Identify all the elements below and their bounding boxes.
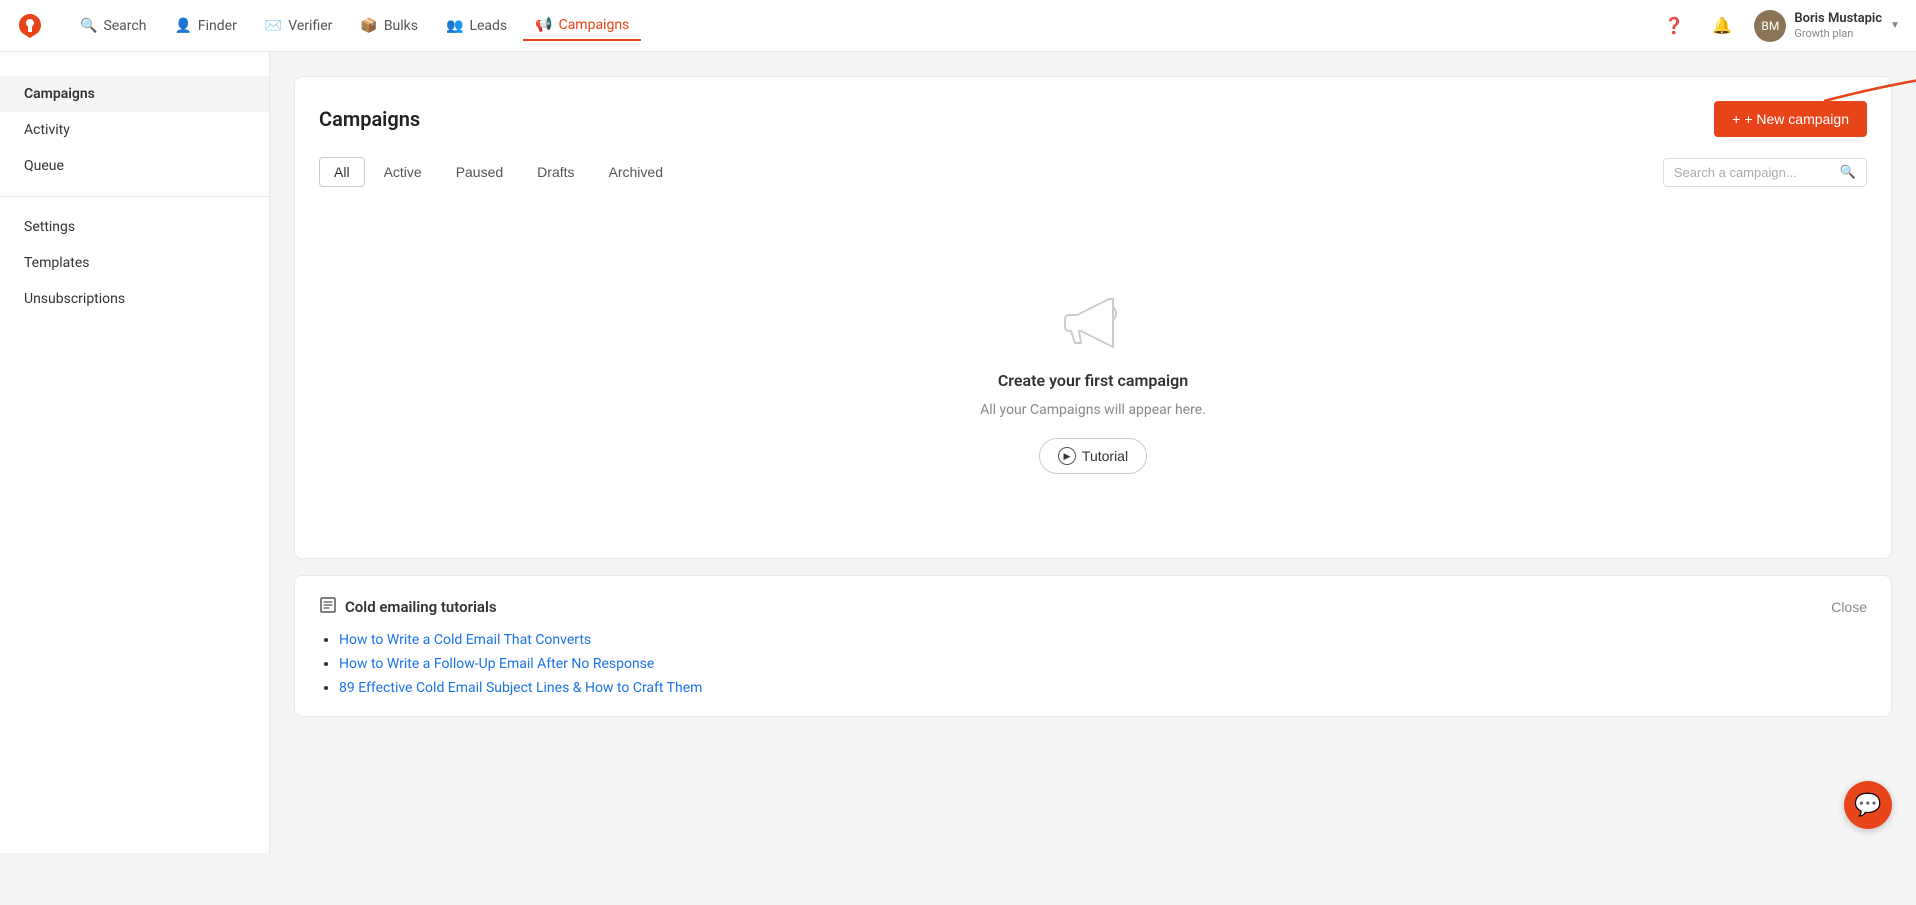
sidebar-item-queue[interactable]: Queue — [0, 148, 269, 184]
verifier-nav-icon: ✉️ — [265, 18, 282, 34]
tutorial-item-2: How to Write a Follow-Up Email After No … — [339, 656, 1867, 672]
nav-links: 🔍 Search 👤 Finder ✉️ Verifier 📦 Bulks 👥 … — [68, 11, 1658, 41]
play-icon: ▶ — [1058, 447, 1076, 465]
topnav-right: ❓ 🔔 BM Boris Mustapic Growth plan ▼ — [1658, 10, 1900, 42]
app-layout: Campaigns Activity Queue Settings Templa… — [0, 52, 1916, 853]
top-navigation: 🔍 Search 👤 Finder ✉️ Verifier 📦 Bulks 👥 … — [0, 0, 1916, 52]
nav-bulks[interactable]: 📦 Bulks — [348, 12, 430, 40]
sidebar-item-campaigns[interactable]: Campaigns — [0, 76, 269, 112]
campaign-search-box[interactable]: 🔍 — [1663, 158, 1867, 187]
search-icon: 🔍 — [1840, 165, 1856, 180]
tutorials-card: Cold emailing tutorials Close How to Wri… — [294, 575, 1892, 717]
new-campaign-button[interactable]: + + New campaign — [1714, 101, 1867, 137]
filter-drafts[interactable]: Drafts — [522, 157, 589, 187]
filter-active[interactable]: Active — [369, 157, 437, 187]
page-title: Campaigns — [319, 107, 420, 131]
tutorial-item-1: How to Write a Cold Email That Converts — [339, 632, 1867, 648]
tutorial-link-3[interactable]: 89 Effective Cold Email Subject Lines & … — [339, 680, 702, 696]
nav-verifier[interactable]: ✉️ Verifier — [253, 12, 345, 40]
notifications-button[interactable]: 🔔 — [1706, 10, 1738, 42]
empty-subtitle: All your Campaigns will appear here. — [980, 402, 1206, 418]
close-tutorials-button[interactable]: Close — [1831, 599, 1867, 615]
sidebar-item-activity[interactable]: Activity — [0, 112, 269, 148]
tutorials-header: Cold emailing tutorials Close — [319, 596, 1867, 618]
tutorial-link-1[interactable]: How to Write a Cold Email That Converts — [339, 632, 591, 648]
tutorials-list: How to Write a Cold Email That Converts … — [319, 632, 1867, 696]
bulks-nav-icon: 📦 — [360, 18, 377, 34]
finder-nav-icon: 👤 — [174, 18, 191, 34]
campaign-search-input[interactable] — [1674, 165, 1834, 180]
tutorial-link-2[interactable]: How to Write a Follow-Up Email After No … — [339, 656, 654, 672]
nav-campaigns[interactable]: 📢 Campaigns — [523, 11, 641, 41]
filter-archived[interactable]: Archived — [594, 157, 678, 187]
leads-nav-icon: 👥 — [446, 18, 463, 34]
arrow-container: + + New campaign — [1714, 101, 1867, 137]
chat-button[interactable]: 💬 — [1844, 781, 1892, 829]
megaphone-icon — [1061, 287, 1125, 355]
sidebar-item-unsubscriptions[interactable]: Unsubscriptions — [0, 281, 269, 317]
search-nav-icon: 🔍 — [80, 18, 97, 34]
empty-state: Create your first campaign All your Camp… — [319, 227, 1867, 534]
filter-paused[interactable]: Paused — [441, 157, 518, 187]
app-logo[interactable] — [16, 12, 44, 40]
help-icon: ❓ — [1664, 16, 1684, 36]
book-icon — [319, 596, 337, 618]
avatar: BM — [1754, 10, 1786, 42]
sidebar: Campaigns Activity Queue Settings Templa… — [0, 52, 270, 853]
user-name: Boris Mustapic — [1794, 11, 1882, 27]
empty-title: Create your first campaign — [998, 371, 1188, 390]
tutorials-title: Cold emailing tutorials — [319, 596, 497, 618]
chevron-down-icon: ▼ — [1890, 20, 1900, 31]
nav-search[interactable]: 🔍 Search — [68, 12, 158, 40]
plus-icon: + — [1732, 111, 1740, 127]
tutorial-item-3: 89 Effective Cold Email Subject Lines & … — [339, 680, 1867, 696]
card-header: Campaigns + + New campaign — [319, 101, 1867, 137]
filter-row: All Active Paused Drafts Archived 🔍 — [319, 157, 1867, 187]
filter-tabs: All Active Paused Drafts Archived — [319, 157, 678, 187]
sidebar-item-templates[interactable]: Templates — [0, 245, 269, 281]
chat-icon: 💬 — [1854, 792, 1881, 818]
user-menu[interactable]: BM Boris Mustapic Growth plan ▼ — [1754, 10, 1900, 42]
main-content: Campaigns + + New campaign — [270, 52, 1916, 853]
nav-finder[interactable]: 👤 Finder — [162, 12, 248, 40]
campaigns-nav-icon: 📢 — [535, 17, 552, 33]
bell-icon: 🔔 — [1712, 16, 1732, 36]
campaigns-card: Campaigns + + New campaign — [294, 76, 1892, 559]
filter-all[interactable]: All — [319, 157, 365, 187]
nav-leads[interactable]: 👥 Leads — [434, 12, 519, 40]
user-plan: Growth plan — [1794, 27, 1882, 40]
sidebar-item-settings[interactable]: Settings — [0, 209, 269, 245]
sidebar-divider — [0, 196, 269, 197]
tutorial-button[interactable]: ▶ Tutorial — [1039, 438, 1147, 474]
help-button[interactable]: ❓ — [1658, 10, 1690, 42]
